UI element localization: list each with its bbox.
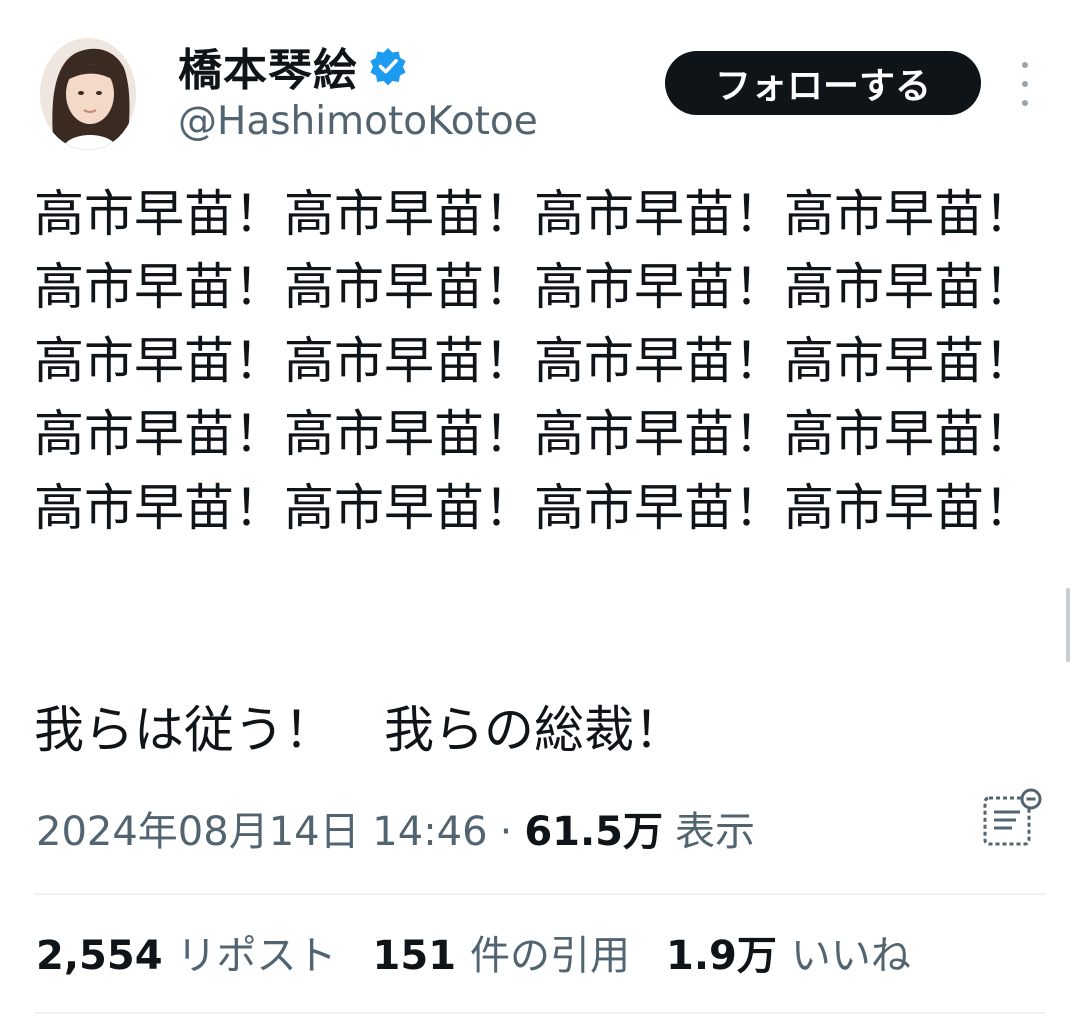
quotes-label: 件の引用 [470, 933, 631, 979]
display-name[interactable]: 橋本琴絵 [178, 34, 358, 98]
scrollbar[interactable] [1066, 588, 1070, 662]
divider [34, 1012, 1046, 1014]
likes-stat[interactable]: 1.9万 いいね [666, 928, 911, 984]
quotes-count: 151 [372, 933, 457, 979]
views-label: 表示 [675, 809, 756, 855]
meta-separator: · [499, 809, 513, 855]
quotes-stat[interactable]: 151 件の引用 [373, 928, 631, 984]
tweet-detail: 橋本琴絵 @HashimotoKotoe フォローする 高市早苗！高市早苗！高市… [0, 0, 1072, 1016]
more-dot [1022, 100, 1028, 106]
more-dot [1022, 81, 1028, 87]
verified-badge-icon [370, 48, 406, 86]
views-count: 61.5万 [524, 809, 664, 855]
likes-label: いいね [790, 933, 911, 979]
timestamp[interactable]: 2024年08月14日 14:46 [36, 804, 488, 860]
likes-count: 1.9万 [666, 933, 777, 979]
reposts-count: 2,554 [36, 933, 163, 979]
avatar[interactable] [40, 38, 136, 150]
analytics-icon[interactable] [982, 788, 1044, 848]
name-row: 橋本琴絵 [178, 36, 408, 96]
tweet-text: 高市早苗！高市早苗！高市早苗！高市早苗！高市早苗！高市早苗！高市早苗！高市早苗！… [34, 185, 1034, 537]
reposts-label: リポスト [176, 933, 337, 979]
follow-button[interactable]: フォローする [665, 51, 981, 115]
divider [34, 893, 1046, 895]
tweet-meta: 2024年08月14日 14:46 · 61.5万 表示 [36, 804, 755, 860]
reposts-stat[interactable]: 2,554 リポスト [36, 928, 337, 984]
more-vertical-icon[interactable] [1010, 62, 1040, 106]
user-handle[interactable]: @HashimotoKotoe [178, 96, 538, 148]
more-dot [1022, 62, 1028, 68]
tweet-text-line2: 我らは従う！ 我らの総裁！ [34, 701, 684, 759]
engagement-stats: 2,554 リポスト 151 件の引用 1.9万 いいね [36, 928, 947, 984]
